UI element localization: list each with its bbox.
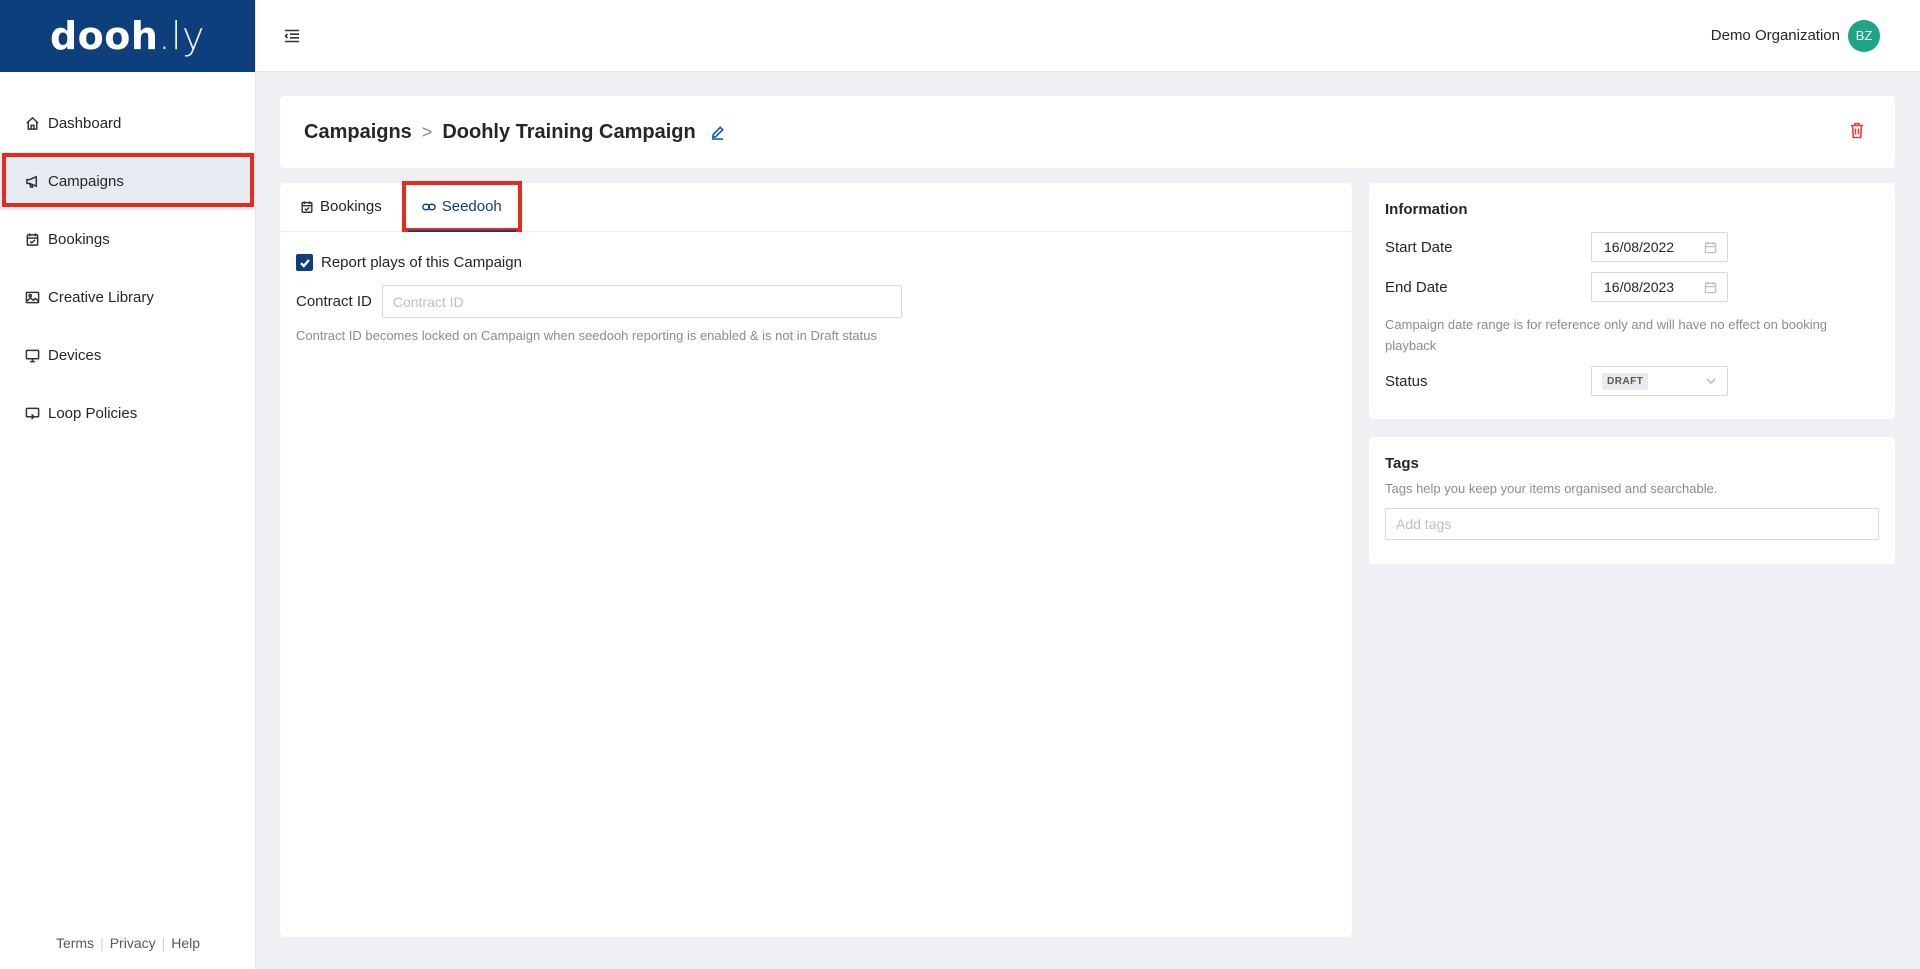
information-panel: Information Start Date 16/08/2022 End Da…: [1369, 183, 1895, 419]
edit-icon[interactable]: [710, 125, 725, 140]
status-row: Status DRAFT: [1385, 366, 1879, 396]
link-icon: [421, 200, 436, 214]
end-date-value: 16/08/2023: [1604, 279, 1675, 295]
sidebar-item-label: Campaigns: [48, 172, 124, 190]
status-label: Status: [1385, 372, 1428, 390]
chevron-down-icon: [1706, 378, 1716, 385]
megaphone-icon: [24, 173, 40, 189]
report-plays-checkbox[interactable]: [296, 254, 313, 271]
sidebar-item-loop-policies[interactable]: Loop Policies: [0, 384, 255, 442]
contract-id-hint: Contract ID becomes locked on Campaign w…: [296, 328, 877, 343]
tab-bar: Bookings Seedooh: [280, 181, 1352, 232]
contract-id-row: Contract ID: [296, 285, 1336, 318]
start-date-label: Start Date: [1385, 238, 1453, 256]
breadcrumb: Campaigns > Doohly Training Campaign: [304, 121, 725, 144]
sidebar-nav: Dashboard Campaigns Bookings Creative Li…: [0, 94, 255, 442]
seedooh-tab-content: Report plays of this Campaign Contract I…: [280, 232, 1352, 365]
end-date-picker[interactable]: 16/08/2023: [1591, 272, 1728, 302]
start-date-picker[interactable]: 16/08/2022: [1591, 232, 1728, 262]
tab-label: Seedooh: [441, 198, 502, 215]
sidebar-item-label: Loop Policies: [48, 404, 138, 422]
tab-bookings[interactable]: Bookings: [300, 182, 394, 231]
information-title: Information: [1385, 201, 1468, 218]
divider: |: [100, 935, 104, 951]
org-name: Demo Organization: [1710, 27, 1840, 44]
status-badge: DRAFT: [1602, 372, 1649, 390]
tags-description: Tags help you keep your items organised …: [1385, 481, 1718, 496]
privacy-link[interactable]: Privacy: [110, 935, 156, 951]
loop-icon: [24, 405, 40, 421]
tags-title: Tags: [1385, 455, 1419, 472]
tab-label: Bookings: [320, 198, 382, 215]
end-date-row: End Date 16/08/2023: [1385, 272, 1879, 302]
avatar[interactable]: BZ: [1848, 19, 1880, 52]
breadcrumb-separator: >: [421, 121, 433, 142]
contract-id-label: Contract ID: [296, 293, 372, 310]
help-link[interactable]: Help: [171, 935, 200, 951]
sidebar-item-bookings[interactable]: Bookings: [0, 210, 255, 268]
home-icon: [24, 115, 40, 131]
tags-input[interactable]: [1385, 508, 1879, 540]
sidebar: dooh.ly Dashboard Campaigns Bookings Cre…: [0, 0, 256, 969]
sidebar-item-devices[interactable]: Devices: [0, 326, 255, 384]
start-date-row: Start Date 16/08/2022: [1385, 232, 1879, 262]
status-select[interactable]: DRAFT: [1591, 366, 1728, 396]
calendar-icon: [1704, 281, 1717, 293]
calendar-icon: [1704, 241, 1717, 253]
tab-seedooh[interactable]: Seedooh: [401, 181, 522, 232]
monitor-icon: [24, 347, 40, 363]
report-plays-row: Report plays of this Campaign: [296, 254, 1336, 271]
report-plays-label[interactable]: Report plays of this Campaign: [321, 254, 522, 271]
sidebar-item-label: Devices: [48, 346, 102, 364]
sidebar-item-label: Creative Library: [48, 288, 154, 306]
date-range-note: Campaign date range is for reference onl…: [1385, 317, 1828, 353]
calendar-check-icon: [24, 231, 40, 247]
start-date-value: 16/08/2022: [1604, 239, 1675, 255]
terms-link[interactable]: Terms: [56, 935, 94, 951]
divider: |: [161, 935, 166, 951]
logo-bar[interactable]: dooh.ly: [0, 0, 255, 72]
calendar-check-icon: [300, 200, 314, 214]
sidebar-item-label: Dashboard: [48, 114, 122, 132]
page-header: Campaigns > Doohly Training Campaign: [280, 96, 1895, 168]
sidebar-item-campaigns[interactable]: Campaigns: [0, 152, 255, 210]
app-logo: dooh.ly: [49, 14, 206, 58]
topbar: Demo Organization BZ: [256, 0, 1920, 72]
delete-icon[interactable]: [1849, 122, 1865, 139]
sidebar-item-creative-library[interactable]: Creative Library: [0, 268, 255, 326]
campaign-detail-panel: Bookings Seedooh Report plays of this Ca…: [280, 181, 1352, 937]
image-icon: [24, 289, 40, 305]
org-menu[interactable]: Demo Organization BZ: [1710, 19, 1880, 52]
breadcrumb-campaigns[interactable]: Campaigns: [304, 121, 412, 144]
menu-collapse-icon[interactable]: [282, 26, 302, 46]
sidebar-item-label: Bookings: [48, 230, 110, 248]
end-date-label: End Date: [1385, 278, 1448, 296]
sidebar-item-dashboard[interactable]: Dashboard: [0, 94, 255, 152]
tags-panel: Tags Tags help you keep your items organ…: [1369, 437, 1895, 564]
sidebar-footer: Terms | Privacy | Help: [0, 935, 256, 951]
contract-id-input[interactable]: [381, 285, 902, 318]
page-title: Doohly Training Campaign: [442, 120, 696, 143]
